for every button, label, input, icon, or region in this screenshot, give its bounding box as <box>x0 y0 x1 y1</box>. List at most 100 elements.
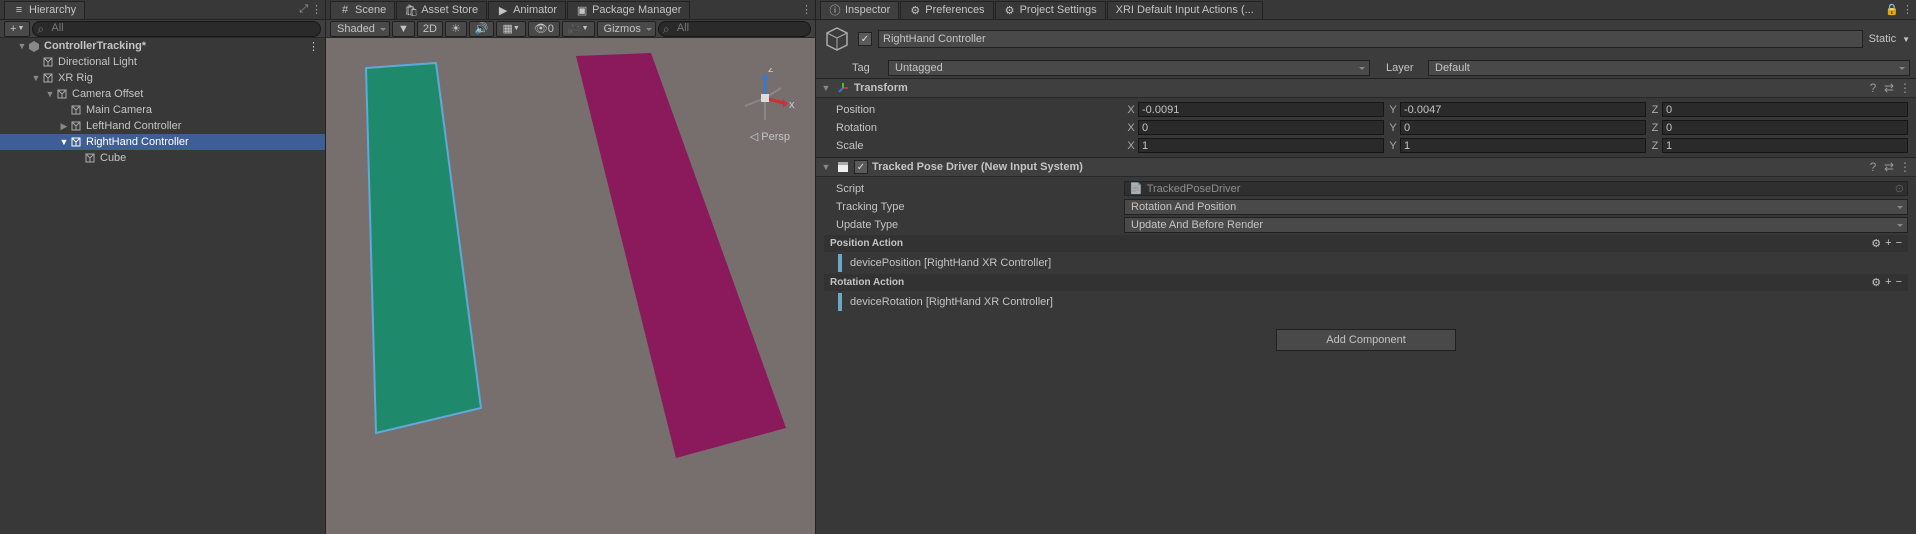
update-type-label: Update Type <box>824 219 1124 231</box>
shading-dropdown[interactable]: Shaded <box>330 21 390 37</box>
rotation-action-label: Rotation Action <box>830 277 904 288</box>
expand-icon[interactable]: ▶ <box>58 121 70 132</box>
tag-dropdown[interactable]: Untagged <box>888 60 1370 76</box>
tab-animator[interactable]: ▶Animator <box>488 1 566 19</box>
gameobject-icon <box>70 104 82 116</box>
unity-icon <box>28 40 40 52</box>
remove-icon[interactable]: − <box>1896 237 1902 250</box>
tree-row[interactable]: ▶ LeftHand Controller <box>0 118 325 134</box>
scale-x[interactable] <box>1138 138 1384 153</box>
fx-toggle[interactable]: ▦▼ <box>496 21 525 37</box>
expand-icon[interactable]: ▼ <box>44 89 56 99</box>
position-label: Position <box>824 104 1124 116</box>
expand-icon[interactable]: ▼ <box>58 137 70 147</box>
tree-row-selected[interactable]: ▼ RightHand Controller <box>0 134 325 150</box>
scene-search[interactable]: All <box>658 21 811 37</box>
tree-row[interactable]: ▼ XR Rig <box>0 70 325 86</box>
position-binding-row[interactable]: devicePosition [RightHand XR Controller] <box>838 254 1908 272</box>
context-icon[interactable]: ⋮ <box>1902 3 1913 16</box>
expand-icon[interactable]: ▼ <box>16 41 28 51</box>
scene-icon: # <box>339 4 351 16</box>
tree-row[interactable]: ▼ Camera Offset <box>0 86 325 102</box>
component-title: Transform <box>854 82 908 94</box>
rotation-x[interactable] <box>1138 120 1384 135</box>
context-icon[interactable]: ⋮ <box>311 3 322 16</box>
tab-preferences[interactable]: ⚙Preferences <box>900 1 993 19</box>
svg-text:x: x <box>789 99 795 111</box>
rotation-z[interactable] <box>1662 120 1908 135</box>
gameobject-icon <box>84 152 96 164</box>
gear-icon[interactable]: ⚙ <box>1871 237 1881 250</box>
scale-z[interactable] <box>1662 138 1908 153</box>
static-dropdown[interactable]: ▼ <box>1902 35 1910 44</box>
gameobject-icon <box>56 88 68 100</box>
gizmos-dropdown[interactable]: Gizmos <box>597 21 656 37</box>
tab-scene[interactable]: #Scene <box>330 1 395 19</box>
tree-row[interactable]: Directional Light <box>0 54 325 70</box>
create-dropdown[interactable]: +▼ <box>4 21 30 37</box>
svg-text:z: z <box>768 68 774 75</box>
component-enabled-checkbox[interactable] <box>854 160 868 174</box>
gear-icon: ⚙ <box>909 4 921 16</box>
gear-icon[interactable]: ⚙ <box>1871 276 1881 289</box>
draw-mode-dropdown[interactable]: ▼ <box>392 21 415 37</box>
tab-hierarchy[interactable]: ≡ Hierarchy <box>4 1 85 19</box>
tracking-type-dropdown[interactable]: Rotation And Position <box>1124 199 1908 215</box>
animator-icon: ▶ <box>497 4 509 16</box>
orientation-gizmo[interactable]: z x <box>735 68 795 128</box>
position-x[interactable] <box>1138 102 1384 117</box>
hidden-toggle[interactable]: 👁0 <box>528 21 560 37</box>
lock-icon[interactable]: 🔒 <box>1885 3 1899 16</box>
position-y[interactable] <box>1400 102 1646 117</box>
tree-row[interactable]: Cube <box>0 150 325 166</box>
add-icon[interactable]: + <box>1885 237 1891 250</box>
tab-asset-store[interactable]: 🛍Asset Store <box>396 1 487 19</box>
add-component-button[interactable]: Add Component <box>1276 329 1456 351</box>
gear-icon: ⚙ <box>1004 4 1016 16</box>
tab-xri-actions[interactable]: XRI Default Input Actions (... <box>1107 1 1263 19</box>
projection-label[interactable]: ◁ Persp <box>750 130 790 143</box>
preset-icon[interactable]: ⇄ <box>1882 160 1896 174</box>
inspector-icon: ⓘ <box>829 4 841 16</box>
expand-icon[interactable]: ▼ <box>820 83 832 93</box>
script-field[interactable]: 📄TrackedPoseDriver <box>1124 181 1908 196</box>
context-icon[interactable]: ⋮ <box>1898 160 1912 174</box>
remove-icon[interactable]: − <box>1896 276 1902 289</box>
scene-context-icon[interactable]: ⋮ <box>308 40 319 53</box>
tree-row[interactable]: Main Camera <box>0 102 325 118</box>
tab-project-settings[interactable]: ⚙Project Settings <box>995 1 1106 19</box>
active-checkbox[interactable] <box>858 32 872 46</box>
tab-inspector[interactable]: ⓘInspector <box>820 1 899 19</box>
audio-toggle[interactable]: 🔊 <box>469 21 495 37</box>
camera-button[interactable]: 🎥▼ <box>562 21 595 37</box>
position-z[interactable] <box>1662 102 1908 117</box>
gameobject-icon[interactable] <box>822 24 852 54</box>
static-label: Static <box>1869 33 1897 45</box>
gameobject-icon <box>42 72 54 84</box>
script-icon <box>836 160 850 174</box>
expand-icon[interactable]: ▼ <box>820 162 832 172</box>
layer-dropdown[interactable]: Default <box>1428 60 1910 76</box>
2d-toggle[interactable]: 2D <box>417 21 443 37</box>
expand-icon[interactable]: ▼ <box>30 73 42 83</box>
context-icon[interactable]: ⋮ <box>1898 81 1912 95</box>
gameobject-icon <box>70 136 82 148</box>
help-icon[interactable]: ? <box>1866 160 1880 174</box>
tag-label: Tag <box>852 62 882 74</box>
help-icon[interactable]: ? <box>1866 81 1880 95</box>
tree-row-scene[interactable]: ▼ ControllerTracking* ⋮ <box>0 38 325 54</box>
add-icon[interactable]: + <box>1885 276 1891 289</box>
lighting-toggle[interactable]: ☀ <box>445 21 467 37</box>
hierarchy-search[interactable]: All <box>32 21 321 37</box>
context-icon[interactable]: ⋮ <box>801 3 812 16</box>
update-type-dropdown[interactable]: Update And Before Render <box>1124 217 1908 233</box>
rotation-binding-row[interactable]: deviceRotation [RightHand XR Controller] <box>838 293 1908 311</box>
object-name-field[interactable] <box>878 30 1863 48</box>
scale-y[interactable] <box>1400 138 1646 153</box>
script-label: Script <box>824 183 1124 195</box>
lock-icon[interactable]: ⤢ <box>299 3 308 16</box>
scene-viewport[interactable]: z x ◁ Persp <box>326 38 815 534</box>
rotation-y[interactable] <box>1400 120 1646 135</box>
preset-icon[interactable]: ⇄ <box>1882 81 1896 95</box>
tab-package-manager[interactable]: ▣Package Manager <box>567 1 690 19</box>
